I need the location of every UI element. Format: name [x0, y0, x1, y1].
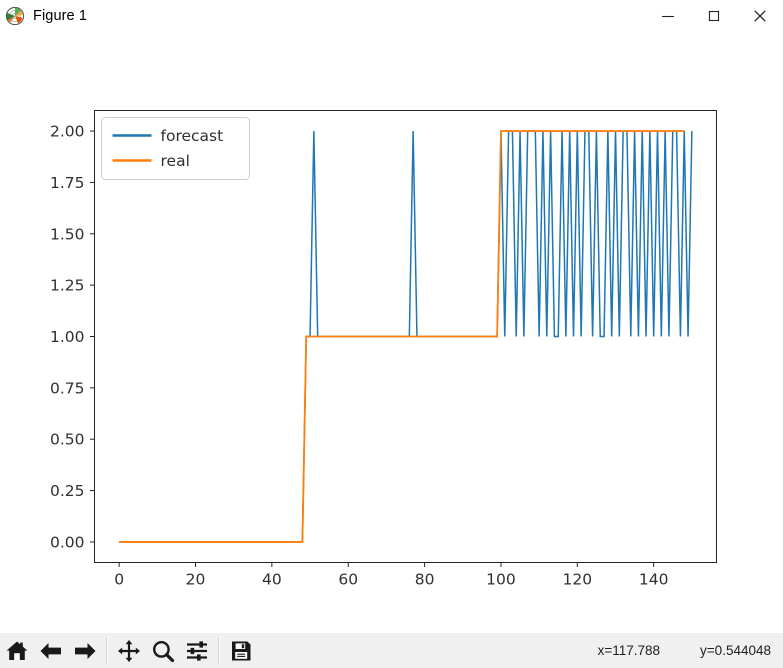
line-chart[interactable]: 0 20 40 60 80 100 120 140 0.00 0.25 0.50 0.75 1.00 1… — [0, 32, 783, 633]
configure-subplots-button[interactable] — [180, 634, 214, 667]
sliders-icon — [184, 638, 210, 664]
y-tick-label: 1.25 — [50, 277, 85, 295]
pan-button[interactable] — [112, 634, 146, 667]
arrow-left-icon — [38, 638, 64, 664]
x-tick-label: 20 — [186, 571, 206, 589]
zoom-button[interactable] — [146, 634, 180, 667]
coordinate-readout: x=117.788 y=0.544048 — [598, 643, 783, 658]
close-button[interactable] — [737, 0, 783, 32]
y-tick-label: 0.50 — [50, 431, 85, 449]
x-axis-ticks: 0 20 40 60 80 100 120 140 — [114, 562, 669, 589]
y-tick-label: 0.75 — [50, 379, 85, 397]
matplotlib-logo-icon — [5, 6, 25, 26]
maximize-button[interactable] — [691, 0, 737, 32]
y-tick-label: 2.00 — [50, 123, 85, 141]
x-tick-label: 40 — [262, 571, 282, 589]
chart-legend[interactable]: forecast real — [101, 117, 250, 180]
x-tick-label: 0 — [114, 571, 124, 589]
coordinate-y: y=0.544048 — [700, 643, 771, 658]
y-tick-label: 1.75 — [50, 174, 85, 192]
x-tick-label: 100 — [486, 571, 516, 589]
home-icon — [4, 638, 30, 664]
window-titlebar: Figure 1 — [0, 0, 783, 33]
save-button[interactable] — [224, 634, 258, 667]
magnifier-icon — [150, 638, 176, 664]
back-button[interactable] — [34, 634, 68, 667]
window-title: Figure 1 — [33, 8, 87, 24]
forward-button[interactable] — [68, 634, 102, 667]
x-tick-label: 120 — [563, 571, 593, 589]
x-tick-label: 140 — [639, 571, 669, 589]
home-button[interactable] — [0, 634, 34, 667]
figure-canvas[interactable]: 0 20 40 60 80 100 120 140 0.00 0.25 0.50 0.75 1.00 1… — [0, 32, 783, 633]
y-tick-label: 0.25 — [50, 482, 85, 500]
y-tick-label: 0.00 — [50, 533, 85, 551]
minimize-button[interactable] — [645, 0, 691, 32]
coordinate-x: x=117.788 — [597, 643, 661, 658]
move-icon — [116, 638, 142, 664]
window-controls — [645, 0, 783, 32]
x-tick-label: 80 — [415, 571, 435, 589]
toolbar-separator — [106, 637, 108, 664]
arrow-right-icon — [72, 638, 98, 664]
toolbar-separator — [218, 637, 220, 664]
floppy-disk-icon — [228, 638, 254, 664]
navigation-toolbar: x=117.788 y=0.544048 — [0, 633, 783, 668]
y-axis-ticks: 0.00 0.25 0.50 0.75 1.00 1.25 1.50 1.75 2.00 — [50, 123, 95, 551]
y-tick-label: 1.00 — [50, 328, 85, 346]
plot-axes[interactable]: 0 20 40 60 80 100 120 140 0.00 0.25 0.50 0.75 1.00 1… — [0, 32, 783, 633]
legend-label-real: real — [161, 152, 190, 170]
legend-label-forecast: forecast — [161, 127, 224, 145]
x-tick-label: 60 — [338, 571, 358, 589]
y-tick-label: 1.50 — [50, 225, 85, 243]
